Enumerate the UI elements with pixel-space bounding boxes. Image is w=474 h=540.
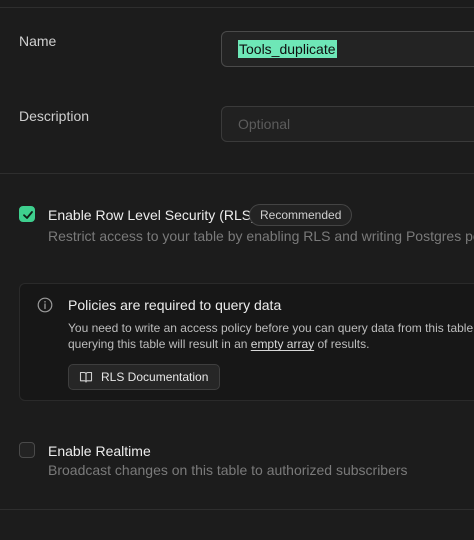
book-icon: [79, 371, 93, 383]
divider: [0, 173, 474, 174]
alert-line-2: querying this table will result in an em…: [68, 336, 474, 352]
description-label: Description: [19, 108, 90, 124]
divider: [0, 509, 474, 510]
checkmark-icon: [23, 211, 33, 219]
divider: [0, 7, 474, 8]
name-input[interactable]: Tools_duplicate: [221, 31, 474, 67]
alert-line-2-start: querying this table will result in an: [68, 337, 251, 351]
realtime-title: Enable Realtime: [48, 443, 151, 459]
alert-line-1: You need to write an access policy befor…: [68, 321, 474, 335]
rls-documentation-button[interactable]: RLS Documentation: [68, 364, 221, 390]
empty-array-link[interactable]: empty array: [251, 337, 314, 351]
rls-title: Enable Row Level Security (RLS): [48, 207, 256, 223]
rls-description: Restrict access to your table by enablin…: [48, 228, 474, 244]
alert-line-2-end: of results.: [314, 337, 370, 351]
description-placeholder: Optional: [238, 116, 291, 132]
name-label: Name: [19, 33, 57, 49]
realtime-checkbox[interactable]: [19, 442, 35, 458]
rls-documentation-label: RLS Documentation: [101, 370, 209, 384]
alert-body: You need to write an access policy befor…: [68, 320, 474, 352]
table-editor-panel: Name Tools_duplicate Description Optiona…: [0, 0, 474, 540]
name-input-value: Tools_duplicate: [238, 40, 337, 58]
info-icon: [37, 297, 53, 313]
alert-title: Policies are required to query data: [68, 297, 282, 313]
policies-alert: Policies are required to query data You …: [19, 283, 474, 401]
rls-checkbox[interactable]: [19, 206, 35, 222]
realtime-description: Broadcast changes on this table to autho…: [48, 462, 408, 478]
description-input[interactable]: Optional: [221, 106, 474, 142]
recommended-badge: Recommended: [249, 204, 353, 226]
